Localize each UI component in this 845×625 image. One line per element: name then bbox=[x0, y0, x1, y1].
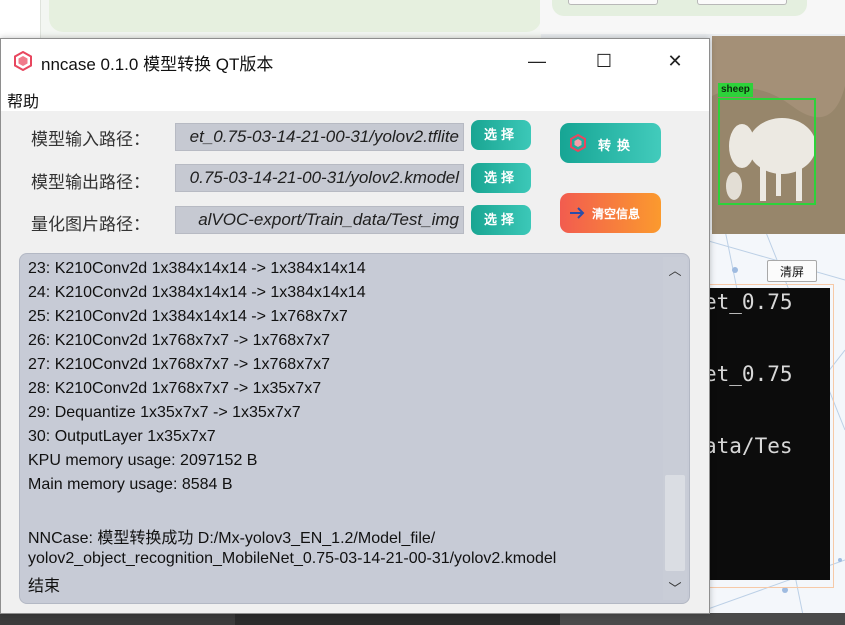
terminal-line: et_0.75 bbox=[704, 362, 793, 386]
log-line: NNCase: 模型转换成功 D:/Mx-yolov3_EN_1.2/Model… bbox=[28, 530, 436, 547]
log-line: 29: Dequantize 1x35x7x7 -> 1x35x7x7 bbox=[28, 404, 301, 421]
log-line: yolov2_object_recognition_MobileNet_0.75… bbox=[28, 550, 557, 567]
log-line: 25: K210Conv2d 1x384x14x14 -> 1x768x7x7 bbox=[28, 308, 348, 325]
log-line: 23: K210Conv2d 1x384x14x14 -> 1x384x14x1… bbox=[28, 260, 366, 277]
log-line: 30: OutputLayer 1x35x7x7 bbox=[28, 428, 216, 445]
arrow-right-icon bbox=[570, 207, 585, 219]
terminal-line: et_0.75 bbox=[704, 290, 793, 314]
clear-screen-button[interactable]: 清屏 bbox=[767, 260, 817, 282]
detection-label: sheep bbox=[718, 83, 753, 97]
menu-help[interactable]: 帮助 bbox=[7, 88, 39, 112]
log-line: KPU memory usage: 2097152 B bbox=[28, 452, 258, 469]
output-path-value: 0.75-03-14-21-00-31/yolov2.kmodel bbox=[189, 168, 459, 187]
output-path-label: 模型输出路径： bbox=[31, 173, 150, 193]
select-input-button[interactable]: 选择 bbox=[471, 120, 531, 150]
convert-button[interactable]: 转换 bbox=[560, 123, 661, 163]
detection-box bbox=[718, 98, 816, 205]
scroll-up-icon[interactable]: ︿ bbox=[663, 261, 687, 281]
select-quant-image-button[interactable]: 选择 bbox=[471, 205, 531, 235]
scroll-thumb[interactable] bbox=[665, 475, 685, 571]
window-title: nncase 0.1.0 模型转换 QT版本 bbox=[41, 55, 274, 74]
minimize-button[interactable]: — bbox=[514, 39, 560, 83]
log-line: 24: K210Conv2d 1x384x14x14 -> 1x384x14x1… bbox=[28, 284, 366, 301]
close-button[interactable]: ✕ bbox=[652, 39, 698, 83]
log-line: 28: K210Conv2d 1x768x7x7 -> 1x35x7x7 bbox=[28, 380, 322, 397]
background-terminal: et_0.75 et_0.75 ata/Tes bbox=[704, 288, 830, 580]
log-scrollbar[interactable]: ︿ ﹀ bbox=[663, 257, 687, 600]
select-output-button[interactable]: 选择 bbox=[471, 163, 531, 193]
clear-info-button[interactable]: 清空信息 bbox=[560, 193, 661, 233]
terminal-line: ata/Tes bbox=[704, 434, 793, 458]
clear-info-button-label: 清空信息 bbox=[592, 207, 641, 221]
quant-image-path-label: 量化图片路径： bbox=[31, 215, 150, 235]
convert-button-label: 转换 bbox=[598, 138, 637, 153]
log-line: 27: K210Conv2d 1x768x7x7 -> 1x768x7x7 bbox=[28, 356, 330, 373]
background-toolbar bbox=[540, 0, 845, 34]
output-path-field[interactable]: 0.75-03-14-21-00-31/yolov2.kmodel bbox=[175, 164, 464, 192]
input-path-label: 模型输入路径： bbox=[31, 130, 150, 150]
log-line: 结束 bbox=[28, 578, 61, 595]
convert-logo-icon bbox=[570, 134, 586, 152]
app-logo-icon bbox=[14, 51, 32, 71]
scroll-down-icon[interactable]: ﹀ bbox=[663, 579, 687, 599]
log-line: Main memory usage: 8584 B bbox=[28, 476, 233, 493]
input-path-value: et_0.75-03-14-21-00-31/yolov2.tflite bbox=[189, 127, 459, 146]
taskbar-strip bbox=[0, 613, 845, 625]
menu-bar: 帮助 bbox=[1, 83, 709, 111]
maximize-button[interactable]: ☐ bbox=[581, 39, 627, 83]
quant-image-path-field[interactable]: alVOC-export/Train_data/Test_img bbox=[175, 206, 464, 234]
log-output[interactable]: 23: K210Conv2d 1x384x14x14 -> 1x384x14x1… bbox=[19, 253, 690, 604]
input-path-field[interactable]: et_0.75-03-14-21-00-31/yolov2.tflite bbox=[175, 123, 464, 151]
title-bar: nncase 0.1.0 模型转换 QT版本 — ☐ ✕ bbox=[1, 39, 709, 83]
log-line: 26: K210Conv2d 1x768x7x7 -> 1x768x7x7 bbox=[28, 332, 330, 349]
background-panel bbox=[40, 0, 541, 40]
quant-image-path-value: alVOC-export/Train_data/Test_img bbox=[198, 210, 459, 229]
nncase-window: nncase 0.1.0 模型转换 QT版本 — ☐ ✕ 帮助 模型输入路径： … bbox=[0, 38, 710, 614]
